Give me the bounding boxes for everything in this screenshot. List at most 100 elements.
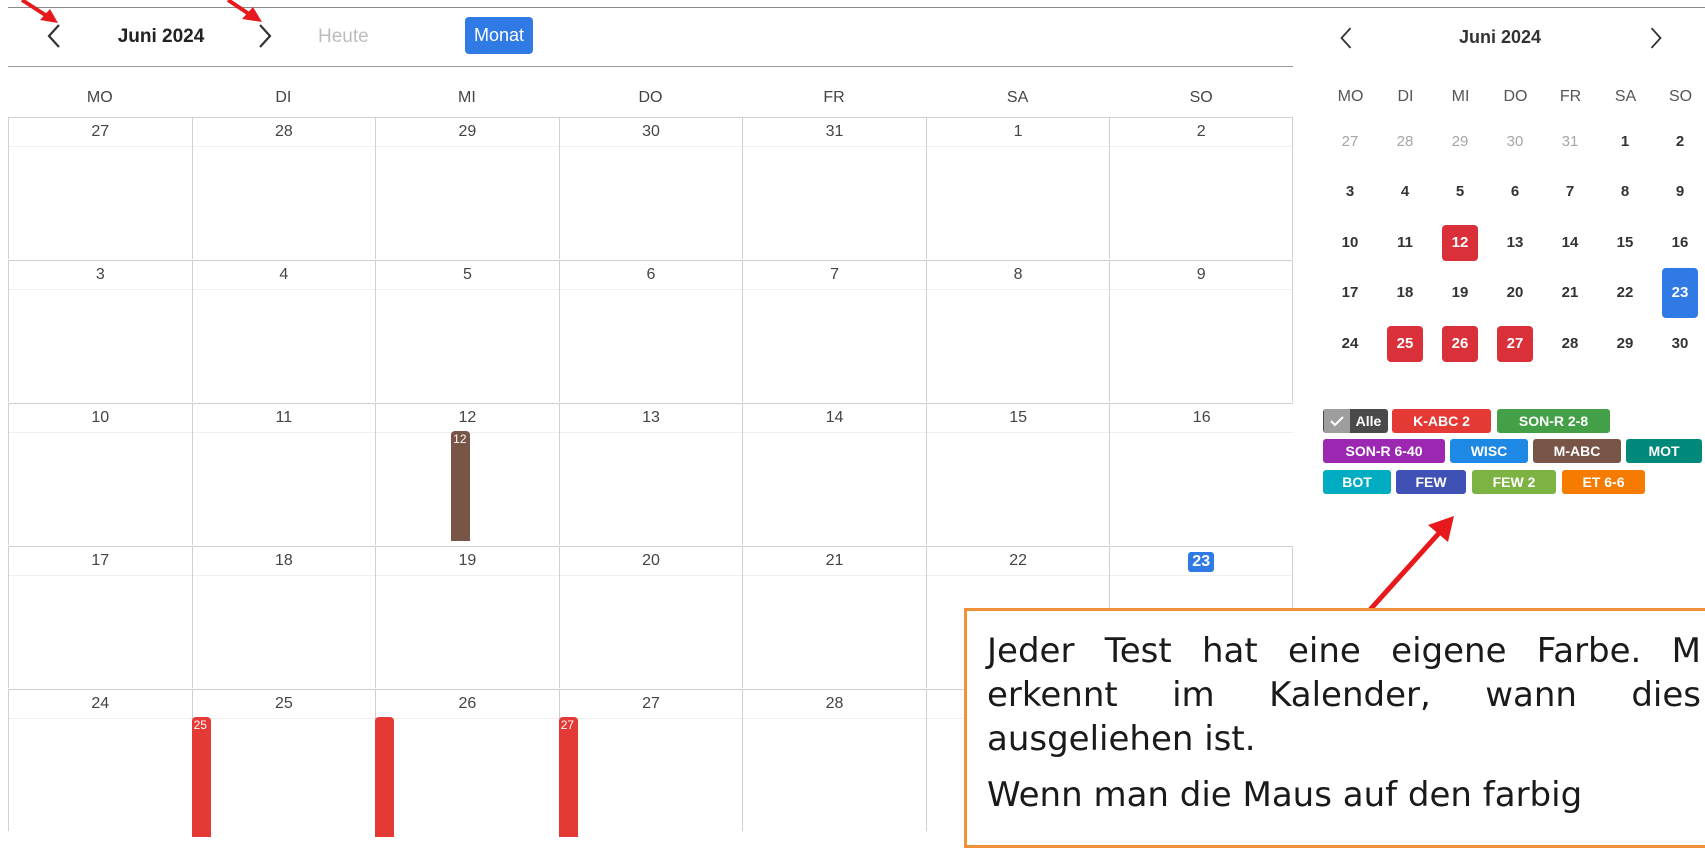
booking-event-bar[interactable] (375, 717, 395, 837)
day-cell[interactable]: 4 (191, 260, 376, 402)
mini-day[interactable]: 27 (1332, 124, 1368, 160)
booking-event-bar[interactable]: 12 (451, 431, 471, 541)
test-filter-chip[interactable]: BOT (1323, 470, 1391, 494)
mini-day[interactable]: 22 (1607, 275, 1643, 311)
mini-day[interactable]: 17 (1332, 275, 1368, 311)
day-number: 1 (1013, 123, 1023, 140)
mini-day[interactable]: 16 (1662, 225, 1698, 261)
day-cell[interactable]: 17 (8, 546, 192, 688)
month-view-button[interactable]: Monat (465, 17, 533, 54)
booking-event-bar[interactable]: 27 (558, 717, 578, 837)
mini-day[interactable]: 3 (1332, 174, 1368, 210)
mini-next-month-button[interactable] (1638, 20, 1674, 56)
mini-day[interactable]: 12 (1442, 225, 1478, 261)
test-filter-chip[interactable]: FEW (1396, 470, 1466, 494)
mini-prev-month-button[interactable] (1328, 20, 1364, 56)
day-number: 5 (462, 266, 472, 283)
test-filter-chip[interactable]: FEW 2 (1472, 470, 1556, 494)
test-filter-chip[interactable]: SON-R 2-8 (1497, 409, 1610, 433)
filter-all-chip[interactable]: Alle (1323, 409, 1388, 433)
day-number: 3 (95, 266, 105, 283)
day-cell[interactable]: 2 (1109, 117, 1293, 259)
booking-event-bar[interactable]: 25 (191, 717, 211, 837)
day-cell[interactable]: 9 (1109, 260, 1293, 402)
mini-day[interactable]: 6 (1497, 174, 1533, 210)
mini-day[interactable]: 30 (1662, 326, 1698, 362)
mini-day[interactable]: 28 (1387, 124, 1423, 160)
day-number: 18 (274, 552, 293, 569)
mini-day[interactable]: 2 (1662, 124, 1698, 160)
day-header-divider (192, 575, 376, 576)
mini-day[interactable]: 26 (1442, 326, 1478, 362)
mini-day[interactable]: 7 (1552, 174, 1588, 210)
today-button[interactable]: Heute (318, 26, 369, 48)
mini-day[interactable]: 21 (1552, 275, 1588, 311)
day-cell[interactable]: 25 (191, 689, 376, 831)
mini-day[interactable]: 20 (1497, 275, 1533, 311)
mini-day[interactable]: 29 (1607, 326, 1643, 362)
day-cell[interactable]: 19 (375, 546, 559, 688)
mini-day[interactable]: 1 (1607, 124, 1643, 160)
test-filter-chip[interactable]: K-ABC 2 (1392, 409, 1491, 433)
day-cell[interactable]: 18 (191, 546, 376, 688)
day-header-divider (376, 289, 559, 290)
day-header-divider (743, 718, 926, 719)
test-filter-chip[interactable]: WISC (1450, 439, 1528, 463)
day-header-divider (926, 432, 1110, 433)
mini-day[interactable]: 27 (1497, 326, 1533, 362)
mini-day[interactable]: 24 (1332, 326, 1368, 362)
mini-day[interactable]: 8 (1607, 174, 1643, 210)
day-cell[interactable]: 28 (742, 689, 926, 831)
test-filter-chip[interactable]: ET 6-6 (1562, 470, 1645, 494)
day-cell[interactable]: 14 (742, 403, 926, 545)
day-header-divider (743, 432, 926, 433)
day-number: 15 (1009, 409, 1028, 426)
mini-day[interactable]: 30 (1497, 124, 1533, 160)
weekday-label: SO (1189, 89, 1213, 106)
day-cell[interactable]: 13 (558, 403, 743, 545)
test-filter-chip[interactable]: SON-R 6-40 (1323, 439, 1445, 463)
mini-day[interactable]: 5 (1442, 174, 1478, 210)
mini-day[interactable]: 23 (1662, 268, 1698, 318)
day-header-divider (192, 146, 376, 147)
day-cell[interactable]: 16 (1109, 403, 1293, 545)
day-cell[interactable]: 27 (558, 689, 743, 831)
mini-day[interactable]: 15 (1607, 225, 1643, 261)
mini-day[interactable]: 11 (1387, 225, 1423, 261)
day-cell[interactable]: 10 (8, 403, 192, 545)
mini-day[interactable]: 4 (1387, 174, 1423, 210)
day-cell[interactable]: 20 (558, 546, 743, 688)
day-cell[interactable]: 5 (375, 260, 559, 402)
day-cell[interactable]: 27 (8, 117, 192, 259)
mini-day[interactable]: 10 (1332, 225, 1368, 261)
day-cell[interactable]: 8 (925, 260, 1110, 402)
mini-day[interactable]: 28 (1552, 326, 1588, 362)
test-filter-chip[interactable]: MOT (1626, 439, 1702, 463)
day-cell[interactable]: 30 (558, 117, 743, 259)
mini-day[interactable]: 18 (1387, 275, 1423, 311)
mini-weekday-label: MO (1337, 88, 1364, 105)
day-header-divider (1110, 289, 1292, 290)
mini-day[interactable]: 14 (1552, 225, 1588, 261)
day-cell[interactable]: 29 (375, 117, 559, 259)
day-cell[interactable]: 24 (8, 689, 192, 831)
day-cell[interactable]: 6 (558, 260, 743, 402)
mini-day[interactable]: 19 (1442, 275, 1478, 311)
mini-day[interactable]: 13 (1497, 225, 1533, 261)
day-number: 27 (642, 695, 660, 712)
day-cell[interactable]: 15 (925, 403, 1110, 545)
test-filter-chip[interactable]: M-ABC (1533, 439, 1621, 463)
mini-day[interactable]: 31 (1552, 124, 1588, 160)
day-number: 7 (830, 266, 840, 283)
day-cell[interactable]: 28 (191, 117, 376, 259)
day-cell[interactable]: 1 (925, 117, 1110, 259)
day-cell[interactable]: 7 (742, 260, 926, 402)
day-cell[interactable]: 11 (191, 403, 376, 545)
day-cell[interactable]: 3 (8, 260, 192, 402)
day-cell[interactable]: 31 (742, 117, 926, 259)
day-cell[interactable]: 26 (375, 689, 559, 831)
mini-day[interactable]: 29 (1442, 124, 1478, 160)
mini-day[interactable]: 9 (1662, 174, 1698, 210)
day-cell[interactable]: 21 (742, 546, 926, 688)
mini-day[interactable]: 25 (1387, 326, 1423, 362)
